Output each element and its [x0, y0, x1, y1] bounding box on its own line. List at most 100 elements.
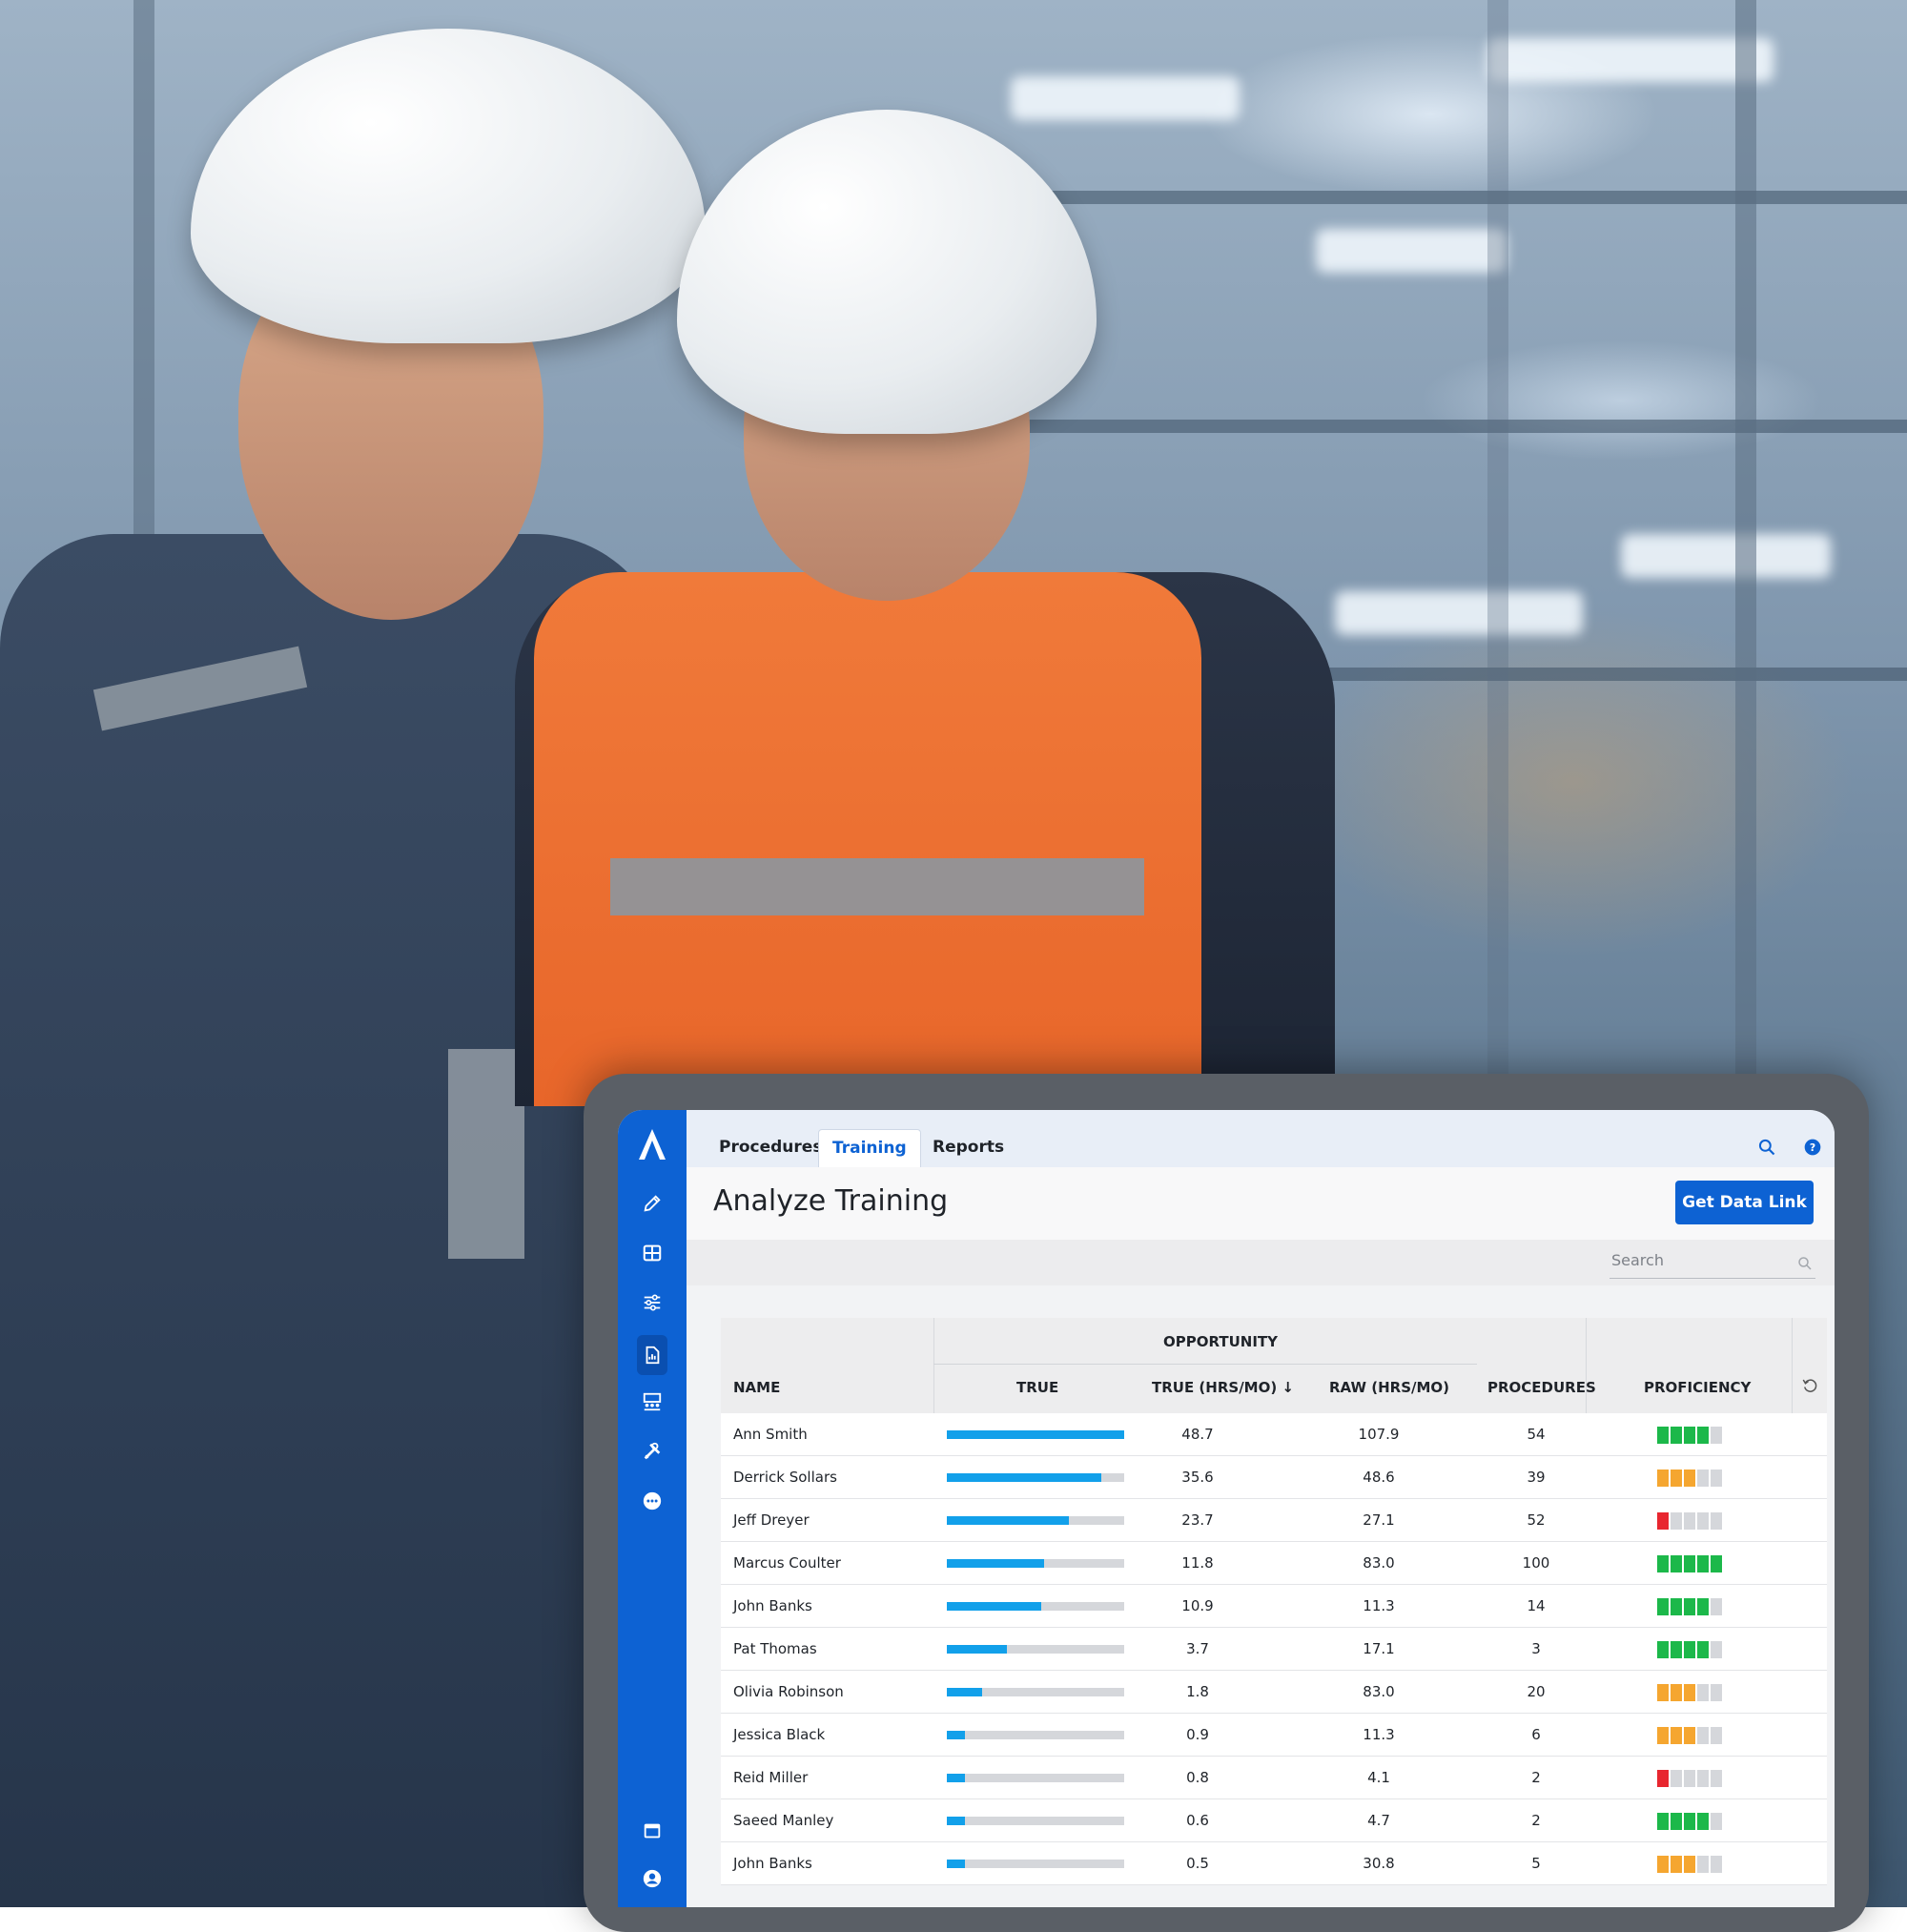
true-bar [947, 1817, 1124, 1825]
true-bar-fill [947, 1430, 1124, 1439]
proficiency-segment [1711, 1512, 1722, 1530]
table-row[interactable]: Reid Miller 0.8 4.1 2 [721, 1757, 1827, 1799]
row-true-hrs: 35.6 [1181, 1469, 1214, 1486]
proficiency-segment [1684, 1856, 1695, 1873]
tab-procedures[interactable]: Procedures [706, 1129, 835, 1167]
proficiency-segment [1671, 1555, 1682, 1572]
col-proficiency[interactable]: PROFICIENCY [1644, 1379, 1751, 1396]
table-row[interactable]: Jeff Dreyer 23.7 27.1 52 [721, 1499, 1827, 1542]
proficiency-segment [1671, 1684, 1682, 1701]
true-bar [947, 1774, 1124, 1782]
pencil-icon[interactable] [637, 1188, 667, 1219]
app-logo[interactable] [633, 1125, 671, 1163]
help-icon[interactable]: ? [1802, 1137, 1823, 1158]
row-name: Pat Thomas [733, 1640, 817, 1657]
proficiency-segment [1697, 1727, 1709, 1744]
window-icon[interactable] [637, 1816, 667, 1846]
proficiency-segment [1684, 1598, 1695, 1615]
proficiency-meter [1657, 1770, 1722, 1787]
proficiency-segment [1697, 1598, 1709, 1615]
proficiency-segment [1657, 1512, 1669, 1530]
proficiency-segment [1697, 1856, 1709, 1873]
page-header: Analyze Training Get Data Link [687, 1167, 1835, 1240]
filter-bar [687, 1240, 1835, 1285]
row-raw-hrs: 11.3 [1363, 1597, 1395, 1614]
proficiency-segment [1697, 1684, 1709, 1701]
row-true-hrs: 48.7 [1181, 1426, 1214, 1443]
get-data-link-button[interactable]: Get Data Link [1675, 1181, 1814, 1224]
row-procedures: 100 [1522, 1554, 1550, 1572]
search-icon[interactable] [1756, 1137, 1777, 1158]
proficiency-segment [1684, 1470, 1695, 1487]
reset-columns-icon[interactable] [1801, 1377, 1822, 1398]
proficiency-segment [1657, 1813, 1669, 1830]
true-bar-fill [947, 1774, 965, 1782]
table-header: OPPORTUNITY NAME TRUE TRUE (HRS/MO) ↓ RA… [721, 1318, 1827, 1413]
user-icon[interactable] [637, 1863, 667, 1894]
proficiency-segment [1684, 1641, 1695, 1658]
tools-icon[interactable] [637, 1436, 667, 1467]
proficiency-segment [1697, 1641, 1709, 1658]
table-row[interactable]: Derrick Sollars 35.6 48.6 39 [721, 1456, 1827, 1499]
proficiency-segment [1684, 1427, 1695, 1444]
table-icon[interactable] [637, 1238, 667, 1268]
proficiency-segment [1697, 1427, 1709, 1444]
proficiency-segment [1711, 1427, 1722, 1444]
row-procedures: 54 [1527, 1426, 1546, 1443]
proficiency-meter [1657, 1555, 1722, 1572]
table-row[interactable]: Saeed Manley 0.6 4.7 2 [721, 1799, 1827, 1842]
proficiency-segment [1697, 1813, 1709, 1830]
row-name: Jessica Black [733, 1726, 826, 1743]
row-raw-hrs: 30.8 [1363, 1855, 1395, 1872]
proficiency-segment [1711, 1641, 1722, 1658]
table-row[interactable]: Olivia Robinson 1.8 83.0 20 [721, 1671, 1827, 1714]
col-true-hrs[interactable]: TRUE (HRS/MO) ↓ [1152, 1379, 1294, 1396]
row-name: Olivia Robinson [733, 1683, 844, 1700]
proficiency-meter [1657, 1813, 1722, 1830]
true-bar [947, 1731, 1124, 1739]
more-icon[interactable] [637, 1486, 667, 1516]
col-raw-hrs[interactable]: RAW (HRS/MO) [1329, 1379, 1449, 1396]
proficiency-segment [1684, 1770, 1695, 1787]
tab-training[interactable]: Training [818, 1129, 921, 1167]
sliders-icon[interactable] [637, 1287, 667, 1318]
row-true-hrs: 0.8 [1186, 1769, 1209, 1786]
table-row[interactable]: John Banks 10.9 11.3 14 [721, 1585, 1827, 1628]
row-true-hrs: 0.5 [1186, 1855, 1209, 1872]
proficiency-segment [1711, 1598, 1722, 1615]
true-bar [947, 1430, 1124, 1439]
proficiency-segment [1697, 1770, 1709, 1787]
row-raw-hrs: 4.1 [1367, 1769, 1390, 1786]
col-true[interactable]: TRUE [1016, 1379, 1058, 1396]
table-row[interactable]: John Banks 0.5 30.8 5 [721, 1842, 1827, 1885]
proficiency-segment [1684, 1555, 1695, 1572]
table-row[interactable]: Jessica Black 0.9 11.3 6 [721, 1714, 1827, 1757]
report-icon[interactable] [637, 1335, 667, 1375]
proficiency-segment [1671, 1856, 1682, 1873]
col-procedures[interactable]: PROCEDURES [1487, 1379, 1596, 1396]
proficiency-segment [1657, 1641, 1669, 1658]
proficiency-segment [1671, 1641, 1682, 1658]
proficiency-segment [1711, 1770, 1722, 1787]
row-true-hrs: 10.9 [1181, 1597, 1214, 1614]
search-box [1610, 1251, 1815, 1279]
table-row[interactable]: Marcus Coulter 11.8 83.0 100 [721, 1542, 1827, 1585]
row-raw-hrs: 27.1 [1363, 1511, 1395, 1529]
table-row[interactable]: Pat Thomas 3.7 17.1 3 [721, 1628, 1827, 1671]
proficiency-segment [1711, 1727, 1722, 1744]
proficiency-meter [1657, 1427, 1722, 1444]
table-row[interactable]: Ann Smith 48.7 107.9 54 [721, 1413, 1827, 1456]
proficiency-segment [1684, 1684, 1695, 1701]
proficiency-segment [1657, 1727, 1669, 1744]
row-procedures: 6 [1531, 1726, 1541, 1743]
proficiency-meter [1657, 1512, 1722, 1530]
tab-reports[interactable]: Reports [919, 1129, 1017, 1167]
true-bar-fill [947, 1602, 1041, 1611]
col-name[interactable]: NAME [733, 1379, 780, 1396]
search-input[interactable] [1610, 1251, 1785, 1269]
row-procedures: 3 [1531, 1640, 1541, 1657]
row-true-hrs: 23.7 [1181, 1511, 1214, 1529]
page-title: Analyze Training [713, 1184, 949, 1218]
proficiency-segment [1711, 1856, 1722, 1873]
classroom-icon[interactable] [637, 1387, 667, 1417]
